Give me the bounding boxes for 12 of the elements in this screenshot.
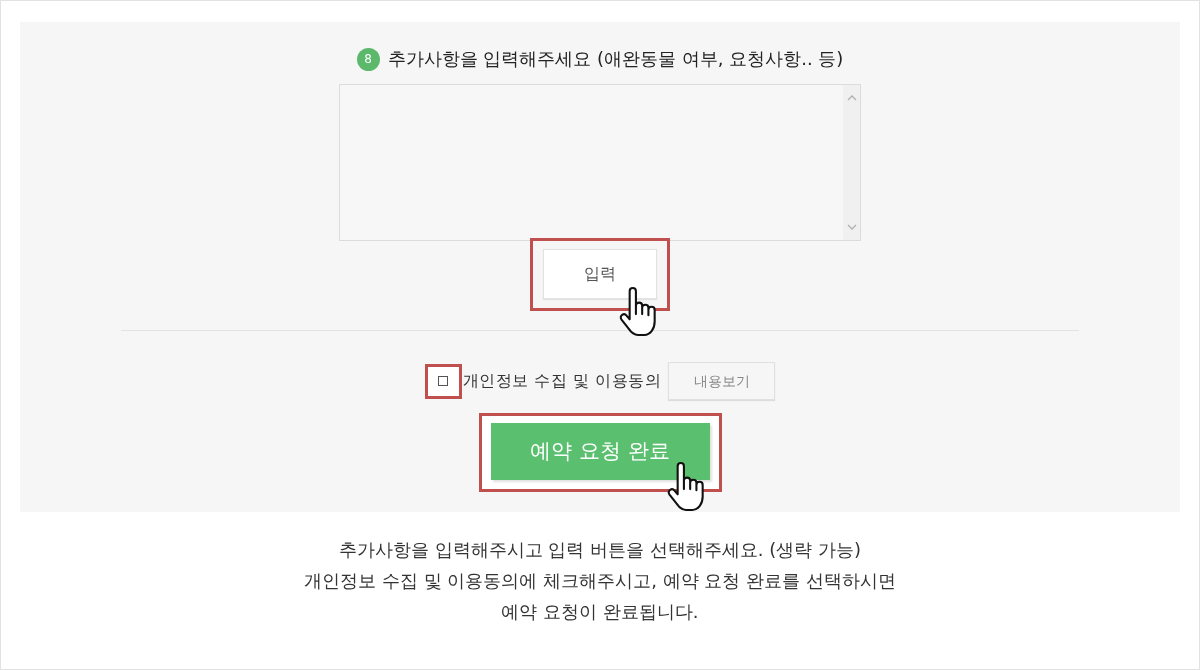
consent-label: 개인정보 수집 및 이용동의 xyxy=(462,370,662,392)
checkbox[interactable] xyxy=(438,376,449,386)
notes-text-area[interactable] xyxy=(339,84,861,241)
chevron-down-icon[interactable] xyxy=(846,224,857,230)
input-button[interactable]: 입력 xyxy=(543,249,657,299)
instruction-text: 추가사항을 입력해주시고 입력 버튼을 선택해주세요. (생략 가능) 개인정보 수집 및 이용동의에 체크해주시고, 예약 요청 완료를 선택하시면 예약 요청이 완료됩니다. xyxy=(304,538,896,624)
step-title: 추가사항을 입력해주세요 (애완동물 여부, 요청사항.. 등) xyxy=(387,47,844,71)
step-number-badge: 8 xyxy=(356,47,380,71)
view-details-button[interactable]: 내용보기 xyxy=(668,362,776,400)
chevron-up-icon[interactable] xyxy=(846,95,857,101)
scrollbar[interactable] xyxy=(843,85,860,240)
submit-button[interactable]: 예약 요청 완료 xyxy=(490,423,710,480)
